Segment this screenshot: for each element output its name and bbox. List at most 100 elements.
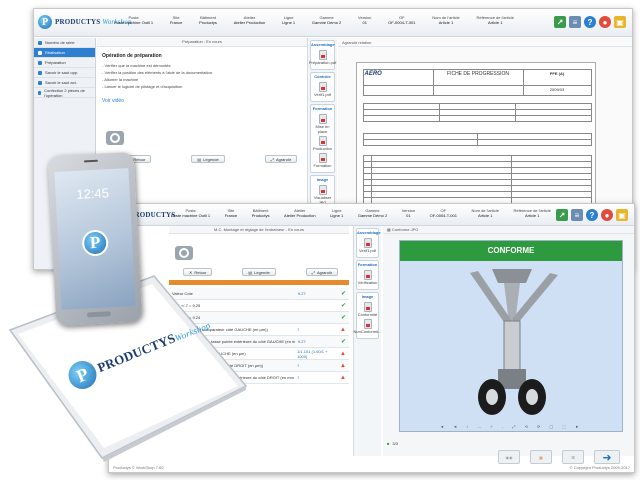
header-field-value: Article 1	[478, 213, 493, 218]
header-field: Référence de l'article Article 1	[514, 208, 551, 218]
footer-copyright: © Copyright Productys 2009-2017	[569, 465, 630, 470]
tool-section-assemblage: Assemblage Préparation.pdf	[309, 40, 336, 70]
export-icon[interactable]: ↗	[556, 209, 568, 221]
help-icon[interactable]: ?	[586, 209, 598, 221]
header-field-value: Poste machine Outil 1	[171, 213, 211, 218]
export-icon[interactable]: ↗	[554, 16, 566, 28]
camera-icon[interactable]	[175, 246, 193, 260]
tool-item[interactable]: Verif1.pdf	[311, 82, 334, 97]
warning-icon: ▲	[340, 362, 346, 369]
sidebar-item-icon	[38, 40, 42, 45]
tool-section-title: Assemblage	[357, 230, 381, 235]
header-field-value: 01	[362, 20, 367, 25]
agrandir-button[interactable]: ⤢ Agrandir	[264, 155, 298, 163]
tool-item[interactable]: Verif1.pdf	[357, 238, 378, 253]
header-field: Site France	[225, 208, 237, 218]
header-field: OF OF-0004-T-001	[430, 208, 457, 218]
measure-value: 1/1.101 (1.00/1 + 1000)	[297, 348, 328, 359]
document-icon[interactable]: ≡	[569, 16, 581, 28]
image-toolbar[interactable]: ◄ ◄ ↕ ↔ + - ⤢ ⟲ ⟳ ▢ ⬚ ►	[440, 424, 583, 429]
context-header: Poste Poste machine Outil 1 Site France Bâti…	[171, 208, 551, 218]
tool-item[interactable]: Visualiser JPG	[311, 185, 334, 205]
header-field: Poste Poste machine Outil 1	[171, 208, 210, 218]
front-header: P PRODUCTYS PostePoste machine Outil 1Si…	[109, 204, 634, 226]
tool-item[interactable]: Production	[311, 136, 334, 151]
viewer-tab[interactable]: ▦ Conforme.JPG	[383, 226, 634, 234]
doc-steps-table	[362, 154, 592, 204]
header-field-value: Productys	[251, 213, 270, 218]
next-arrow-icon[interactable]: ➜	[594, 450, 620, 464]
lock-icon[interactable]: ▣	[614, 16, 626, 28]
sidebar-item[interactable]: Numéro de série	[34, 38, 95, 48]
sidebar-item[interactable]: Savoir le saut act.	[34, 78, 95, 88]
lock-icon[interactable]: ▣	[616, 209, 628, 221]
camera-icon[interactable]	[106, 131, 124, 145]
check-icon: ✔	[340, 291, 346, 297]
tool-item[interactable]: Formation	[311, 153, 334, 168]
toolbar-buttons: ↗ ≡ ? ● ▣	[554, 16, 626, 28]
doc-cell	[438, 114, 516, 122]
doc-company: AERO	[362, 68, 434, 86]
video-icon	[318, 153, 327, 163]
header-field-value: Article 1	[525, 213, 540, 218]
document-list-icon[interactable]: ☰	[562, 450, 584, 464]
header-field-value: Poste machine Outil 1	[114, 20, 154, 25]
measure-value: 9.27	[297, 291, 306, 296]
binoculars-icon[interactable]: ◉◉	[498, 450, 520, 464]
header-field-value: Ligne 1	[330, 213, 344, 218]
header-field: Gamme Gamme Démo 2	[312, 15, 341, 25]
prep-step: - Vérifier que la machine est démontée	[102, 63, 171, 68]
context-header: Poste Poste machine Outil 1 Site France Bâti…	[114, 15, 514, 25]
retour-label: Retour	[133, 156, 146, 162]
sidebar-item-label: Réalisation	[45, 50, 65, 55]
phone-home-button[interactable]	[86, 311, 112, 318]
doc-cell	[514, 114, 592, 122]
image-icon	[318, 185, 327, 195]
image-viewer: ▦ Conforme.JPG CONFORME ◄ ◄ ↕ ↔ + - ⤢ ⟲ …	[383, 226, 634, 456]
tool-item[interactable]: Vérification	[357, 270, 378, 285]
user-icon[interactable]: ●	[599, 16, 611, 28]
tool-item[interactable]: Conformité	[357, 302, 378, 317]
sidebar-item-label: Savoir le saut opp.	[45, 70, 79, 75]
tool-item[interactable]: Préparation.pdf	[309, 50, 336, 65]
sidebar-item[interactable]: Préparation	[34, 58, 95, 68]
front-tool-strip: Assemblage Verif1.pdf Formation Vérifica…	[353, 226, 382, 456]
user-icon[interactable]: ●	[601, 209, 613, 221]
agrandir-icon: ⤢	[270, 156, 274, 162]
back-header: P PRODUCTYS Workshop Poste Poste machine …	[34, 9, 632, 37]
prep-step: - Lancer le logiciel de pilotage et d'ac…	[102, 84, 183, 89]
doc-cell	[476, 138, 592, 146]
video-icon	[318, 114, 327, 124]
doc-title: FICHE DE PROGRESSION	[432, 68, 524, 86]
header-field-value: Ligne 1	[282, 20, 296, 25]
video-link[interactable]: Voir vidéo	[102, 98, 302, 104]
footer-version: Productys © WorkShop 7.60	[113, 465, 164, 470]
sidebar-item[interactable]: Confection 2 pièces de l'opération	[34, 88, 95, 98]
doc-toolbar: Agrandir relation	[338, 38, 632, 47]
logo-text: PRODUCTYS	[55, 18, 101, 26]
header-field: Site France	[170, 15, 182, 25]
sidebar-item[interactable]: Réalisation	[34, 48, 95, 58]
sidebar-item[interactable]: Savoir le saut opp.	[34, 68, 95, 78]
document-icon[interactable]: ≡	[571, 209, 583, 221]
agrandir-icon: ⤢	[311, 269, 315, 275]
prep-title: Opération de préparation	[102, 53, 162, 59]
calculator-icon[interactable]: ▦	[530, 450, 552, 464]
header-field: Référence de l'article Article 1	[476, 15, 513, 25]
productys-app-icon[interactable]: P	[81, 229, 109, 257]
header-field-value: Productys	[199, 20, 217, 25]
productys-logo-icon: P	[38, 15, 52, 29]
agrandir-button[interactable]: ⤢ Agrandir	[305, 268, 339, 276]
sidebar-item-icon	[38, 70, 42, 75]
tool-item[interactable]: Mise en place	[311, 114, 334, 134]
header-field: Ligne Ligne 1	[282, 15, 295, 25]
help-icon[interactable]: ?	[584, 16, 596, 28]
pdf-icon	[318, 82, 327, 92]
tool-item[interactable]: NonConformit...	[354, 319, 382, 334]
tool-item-label: Verif1.pdf	[359, 248, 376, 253]
doc-cell	[362, 84, 434, 96]
tool-section-assemblage: Assemblage Verif1.pdf	[356, 228, 381, 258]
zoom-indicator: ■ 3/3	[387, 441, 398, 446]
doc-cell	[362, 114, 440, 122]
legende-button[interactable]: ▤ Légende	[191, 155, 225, 163]
